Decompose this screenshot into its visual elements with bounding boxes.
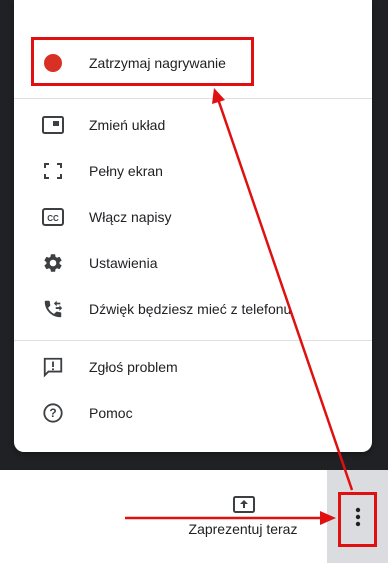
change-layout-label: Zmień układ (89, 117, 166, 133)
fullscreen-icon (41, 159, 65, 183)
present-now-button[interactable]: Zaprezentuj teraz (168, 494, 318, 544)
layout-icon (41, 113, 65, 137)
record-dot-icon (41, 51, 65, 75)
captions-icon: CC (41, 205, 65, 229)
phone-audio-label: Dźwięk będziesz mieć z telefonu (89, 301, 292, 317)
menu-divider (14, 340, 372, 341)
help-label: Pomoc (89, 405, 133, 421)
help-icon: ? (41, 401, 65, 425)
captions-menu-item[interactable]: CC Włącz napisy (14, 194, 372, 240)
report-problem-icon (41, 355, 65, 379)
svg-text:CC: CC (47, 214, 59, 223)
present-now-label: Zaprezentuj teraz (188, 521, 298, 537)
present-screen-icon (233, 496, 255, 514)
settings-label: Ustawienia (89, 255, 158, 271)
more-options-menu: Zatrzymaj nagrywanie Zmień układ Pełny e… (14, 0, 372, 452)
gear-icon (41, 251, 65, 275)
more-vert-icon (355, 506, 361, 533)
fullscreen-menu-item[interactable]: Pełny ekran (14, 148, 372, 194)
settings-menu-item[interactable]: Ustawienia (14, 240, 372, 286)
change-layout-menu-item[interactable]: Zmień układ (14, 102, 372, 148)
fullscreen-label: Pełny ekran (89, 163, 163, 179)
captions-label: Włącz napisy (89, 209, 172, 225)
stop-recording-menu-item[interactable]: Zatrzymaj nagrywanie (14, 40, 372, 86)
report-problem-menu-item[interactable]: Zgłoś problem (14, 344, 372, 390)
menu-divider (14, 98, 372, 99)
help-menu-item[interactable]: ? Pomoc (14, 390, 372, 436)
report-problem-label: Zgłoś problem (89, 359, 178, 375)
svg-text:?: ? (49, 406, 56, 420)
stop-recording-label: Zatrzymaj nagrywanie (89, 55, 226, 71)
more-options-button[interactable] (338, 492, 377, 547)
phone-audio-menu-item[interactable]: Dźwięk będziesz mieć z telefonu (14, 286, 372, 332)
phone-audio-icon (41, 297, 65, 321)
